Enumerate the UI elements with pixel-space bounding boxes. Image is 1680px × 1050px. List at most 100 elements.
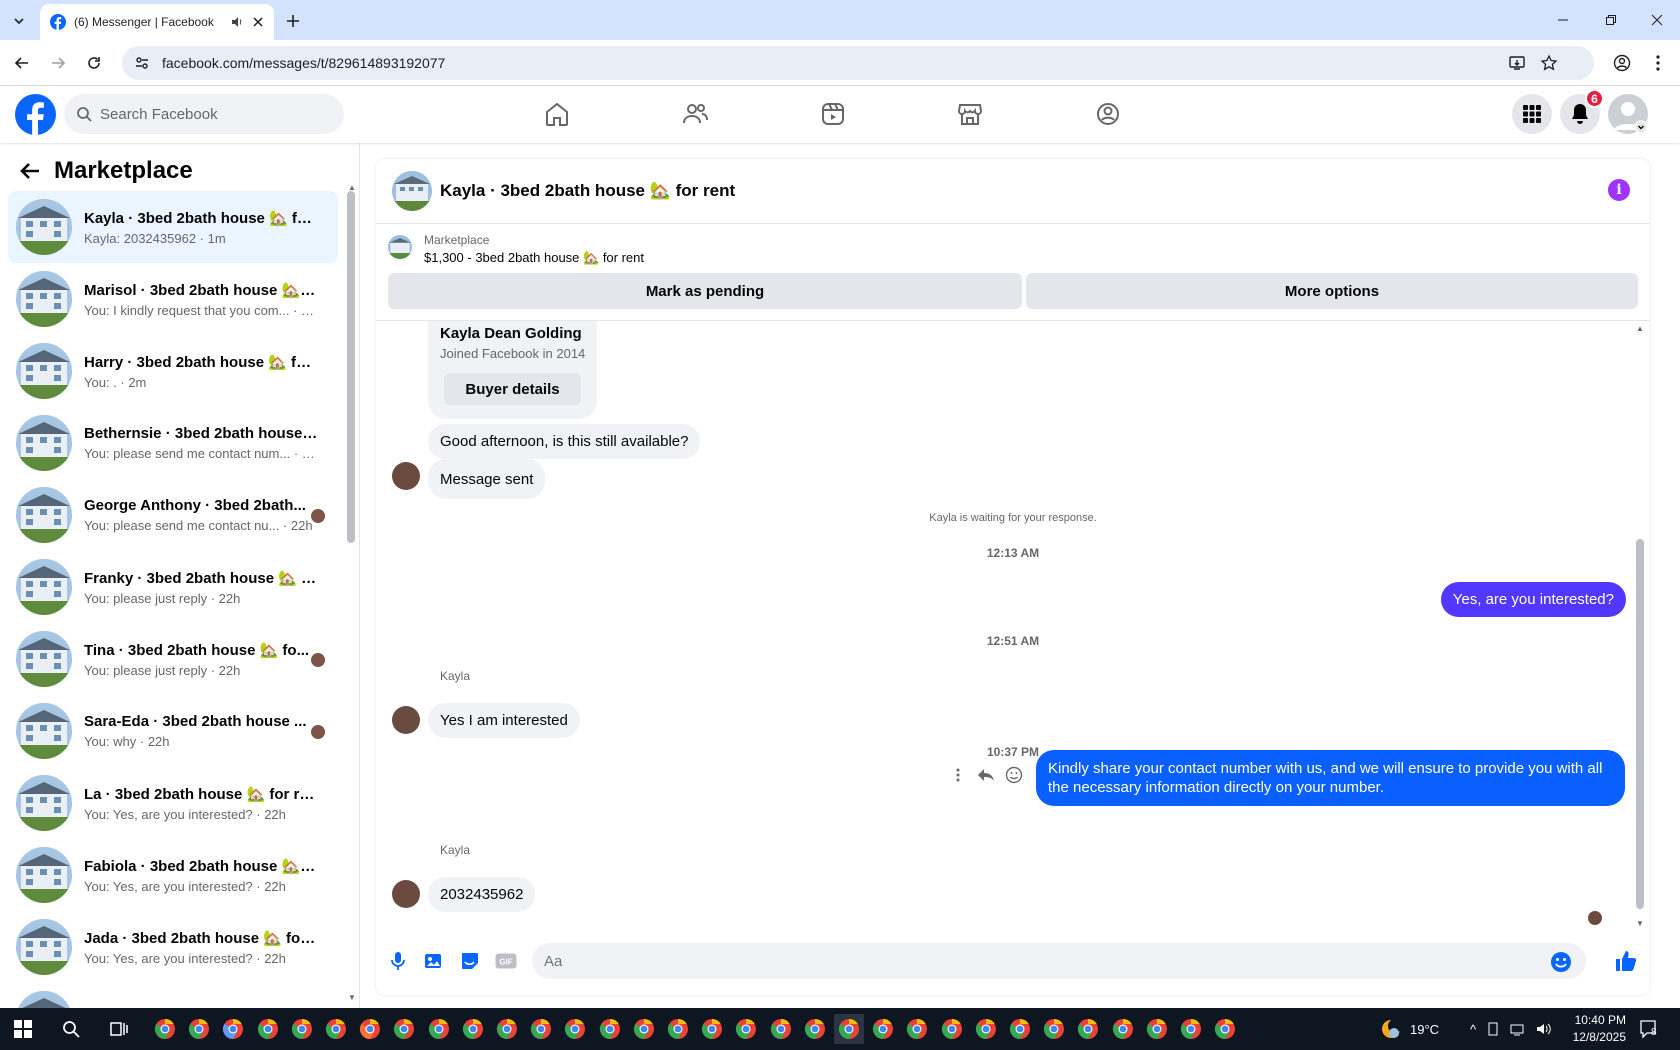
new-tab-icon[interactable]	[282, 10, 304, 32]
weather-widget[interactable]: 19°C	[1380, 1008, 1439, 1050]
incoming-message[interactable]: 2032435962	[428, 877, 536, 912]
conversation-item[interactable]: Fabiola · 3bed 2bath house 🏡 f... You: Ye…	[8, 839, 338, 911]
back-arrow-icon[interactable]	[20, 162, 40, 180]
taskbar-app-icon[interactable]	[629, 1014, 659, 1044]
chat-title[interactable]: Kayla · 3bed 2bath house 🏡 for rent	[440, 181, 735, 201]
taskbar-app-icon[interactable]	[697, 1014, 727, 1044]
incoming-message[interactable]: Good afternoon, is this still available?	[428, 424, 701, 459]
emoji-icon[interactable]	[1550, 951, 1572, 973]
more-actions-icon[interactable]	[947, 764, 969, 786]
taskbar-app-icon[interactable]	[150, 1014, 180, 1044]
sidebar-scrollbar[interactable]	[347, 191, 355, 543]
address-bar[interactable]: facebook.com/messages/t/829614893192077	[122, 46, 1594, 80]
home-nav-icon[interactable]	[539, 96, 575, 132]
taskbar-app-icon[interactable]	[868, 1014, 898, 1044]
notification-center-icon[interactable]: 8	[1638, 1008, 1657, 1050]
profile-icon[interactable]	[1610, 51, 1634, 75]
taskbar-search-icon[interactable]	[56, 1014, 86, 1044]
taskbar-app-icon[interactable]	[424, 1014, 454, 1044]
taskbar-app-icon[interactable]	[355, 1014, 385, 1044]
video-nav-icon[interactable]	[815, 96, 851, 132]
tab-search-dropdown-icon[interactable]	[8, 10, 30, 32]
taskbar-app-icon[interactable]	[1176, 1014, 1206, 1044]
forward-icon[interactable]	[46, 51, 70, 75]
message-input[interactable]	[532, 943, 1586, 979]
chat-scrollbar[interactable]	[1636, 539, 1644, 909]
taskbar-app-icon[interactable]	[971, 1014, 1001, 1044]
chat-scroll-down-icon[interactable]: ▼	[1636, 919, 1644, 928]
taskbar-app-icon[interactable]	[389, 1014, 419, 1044]
conversation-item[interactable]: Sara-Eda · 3bed 2bath house ... You: why …	[8, 695, 338, 767]
listing-price[interactable]: $1,300 - 3bed 2bath house 🏡 for rent	[424, 250, 644, 266]
network-icon[interactable]	[1510, 1022, 1526, 1036]
taskbar-app-icon[interactable]	[1039, 1014, 1069, 1044]
conversation-info-icon[interactable]: i	[1608, 179, 1630, 201]
more-options-button[interactable]: More options	[1026, 273, 1638, 309]
conversation-item[interactable]: Tina · 3bed 2bath house 🏡 fo... You: plea…	[8, 623, 338, 695]
close-window-icon[interactable]	[1634, 0, 1680, 40]
back-icon[interactable]	[10, 51, 34, 75]
sender-avatar[interactable]	[392, 880, 420, 908]
conversation-item[interactable]: La · 3bed 2bath house 🏡 for rent You: Yes…	[8, 767, 338, 839]
gif-icon[interactable]: GIF	[494, 949, 518, 973]
conversation-item[interactable]: Jada · 3bed 2bath house 🏡 for r... You: Y…	[8, 911, 338, 983]
outgoing-message[interactable]: Yes, are you interested?	[1440, 582, 1626, 617]
taskbar-app-icon[interactable]	[253, 1014, 283, 1044]
listing-thumbnail[interactable]	[388, 235, 412, 259]
facebook-logo-icon[interactable]	[15, 94, 56, 135]
gaming-nav-icon[interactable]	[1090, 96, 1126, 132]
taskbar-app-icon[interactable]	[1108, 1014, 1138, 1044]
taskbar-app-icon[interactable]	[321, 1014, 351, 1044]
taskbar-app-icon[interactable]	[184, 1014, 214, 1044]
chat-listing-avatar[interactable]	[392, 171, 432, 211]
react-emoji-icon[interactable]	[1003, 764, 1025, 786]
conversation-item[interactable]: Bethernsie · 3bed 2bath house ... You: pl…	[8, 407, 338, 479]
conversation-item[interactable]: George Anthony · 3bed 2bath... You: pleas…	[8, 479, 338, 551]
task-view-icon[interactable]	[104, 1014, 134, 1044]
conversation-item[interactable]: Kayla · 3bed 2bath house 🏡 for... Kayla: …	[8, 191, 338, 263]
taskbar-app-icon[interactable]	[1142, 1014, 1172, 1044]
reload-icon[interactable]	[82, 51, 106, 75]
chat-scroll-up-icon[interactable]: ▲	[1636, 324, 1644, 333]
taskbar-app-icon[interactable]	[800, 1014, 830, 1044]
incoming-message[interactable]: Yes I am interested	[428, 703, 580, 738]
taskbar-app-icon[interactable]	[766, 1014, 796, 1044]
taskbar-app-icon[interactable]	[902, 1014, 932, 1044]
incoming-message[interactable]: Message sent	[428, 459, 546, 499]
buyer-details-button[interactable]: Buyer details	[444, 373, 581, 405]
reply-icon[interactable]	[975, 764, 997, 786]
volume-icon[interactable]	[1536, 1022, 1552, 1036]
taskbar-app-icon[interactable]	[458, 1014, 488, 1044]
taskbar-app-icon[interactable]	[595, 1014, 625, 1044]
close-tab-icon[interactable]	[252, 16, 264, 28]
message-text-field[interactable]	[544, 952, 1444, 970]
sender-avatar[interactable]	[392, 706, 420, 734]
taskbar-app-icon[interactable]	[1073, 1014, 1103, 1044]
taskbar-app-icon[interactable]	[218, 1014, 248, 1044]
sender-avatar[interactable]	[392, 462, 420, 490]
like-thumb-icon[interactable]	[1614, 949, 1638, 973]
taskbar-app-icon[interactable]	[287, 1014, 317, 1044]
taskbar-app-icon[interactable]	[492, 1014, 522, 1044]
conversation-item[interactable]: Franky · 3bed 2bath house 🏡 fo... You: pl…	[8, 551, 338, 623]
conversation-item[interactable]: Harry · 3bed 2bath house 🏡 for... You: . …	[8, 335, 338, 407]
taskbar-app-icon[interactable]	[731, 1014, 761, 1044]
account-avatar[interactable]	[1608, 94, 1648, 134]
minimize-window-icon[interactable]	[1540, 0, 1586, 40]
taskbar-app-icon[interactable]	[526, 1014, 556, 1044]
conversation-item[interactable]: Marisol · 3bed 2bath house 🏡 f... You: I …	[8, 263, 338, 335]
sticker-icon[interactable]	[458, 949, 482, 973]
outgoing-message[interactable]: Kindly share your contact number with us…	[1036, 750, 1625, 806]
audio-playing-icon[interactable]	[230, 15, 244, 29]
friends-nav-icon[interactable]	[677, 96, 713, 132]
tray-device-icon[interactable]	[1486, 1022, 1500, 1036]
browser-tab-messenger[interactable]: (6) Messenger | Facebook	[40, 4, 274, 40]
menu-grid-icon[interactable]	[1512, 94, 1552, 134]
marketplace-nav-icon[interactable]	[952, 96, 988, 132]
tray-chevron-icon[interactable]: ^	[1470, 1022, 1476, 1037]
scroll-down-icon[interactable]: ▼	[348, 993, 356, 1002]
photo-icon[interactable]	[422, 949, 446, 973]
windows-start-icon[interactable]	[8, 1014, 38, 1044]
conversation-item[interactable]: Jayden · 3bed 2bath house 🏡 f...	[8, 983, 338, 1008]
taskbar-app-icon[interactable]	[1210, 1014, 1240, 1044]
